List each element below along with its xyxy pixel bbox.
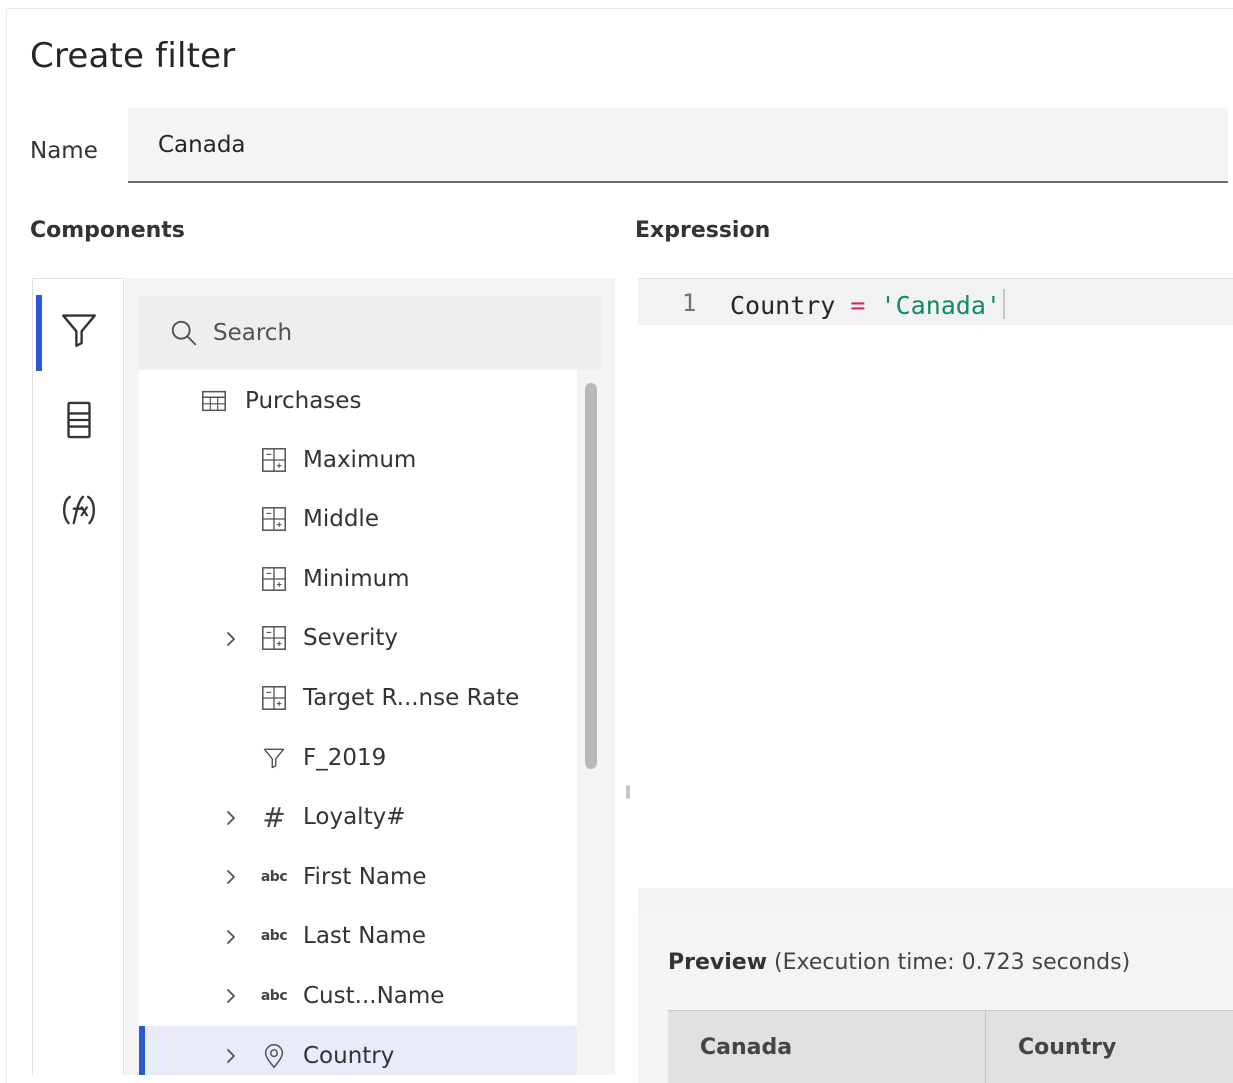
tree-item-label: Minimum <box>303 565 410 592</box>
tree-scrollbar-thumb[interactable] <box>585 383 597 769</box>
preview-panel: Preview (Execution time: 0.723 seconds) … <box>638 912 1233 1083</box>
code-identifier: Country <box>730 291 836 320</box>
editor-divider <box>638 888 1233 912</box>
tree-item-label: Country <box>303 1042 395 1069</box>
tree-item-first-name[interactable]: abc First Name <box>139 847 577 906</box>
measure-icon <box>259 504 289 534</box>
preview-column-header[interactable]: Country <box>986 1011 1233 1083</box>
chevron-right-icon[interactable] <box>221 808 241 828</box>
preview-table: Canada Country <box>668 1010 1233 1083</box>
tree-item-last-name[interactable]: abc Last Name <box>139 907 577 966</box>
expression-label: Expression <box>635 218 771 243</box>
tree-item-label: Loyalty# <box>303 804 406 831</box>
tree-item-target-r-nse-rate[interactable]: Target R...nse Rate <box>139 668 577 727</box>
text-icon: abc <box>259 862 289 892</box>
text-icon: abc <box>259 921 289 951</box>
measure-icon <box>259 564 289 594</box>
measure-icon <box>259 683 289 713</box>
pane-splitter-handle[interactable] <box>626 785 630 799</box>
tree-item-label: F_2019 <box>303 744 387 771</box>
chevron-right-icon[interactable] <box>221 867 241 887</box>
number-icon-glyph: # <box>262 800 286 834</box>
preview-column-header[interactable]: Canada <box>668 1011 986 1083</box>
text-icon-glyph: abc <box>260 987 288 1004</box>
search-icon <box>171 320 197 346</box>
text-icon-glyph: abc <box>260 928 288 945</box>
tree-item-label: Middle <box>303 506 379 533</box>
line-number: 1 <box>682 289 697 317</box>
text-caret <box>1002 289 1005 319</box>
rail-filters-button[interactable] <box>33 289 124 371</box>
preview-title: Preview (Execution time: 0.723 seconds) <box>668 950 1130 975</box>
tree-item-purchases[interactable]: Purchases <box>139 371 577 430</box>
components-pane: Purchases Maximum Middle Minimum Severity Ta… <box>125 278 615 1075</box>
rail-data-button[interactable] <box>33 379 124 461</box>
tree-item-label: Purchases <box>245 387 362 414</box>
expression-editor[interactable]: 1 Country = 'Canada' <box>638 278 1233 888</box>
rail-functions-button[interactable] <box>33 469 124 551</box>
tree-item-f-2019[interactable]: F_2019 <box>139 728 577 787</box>
tree-item-label: Cust...Name <box>303 982 445 1009</box>
location-icon <box>259 1041 289 1071</box>
chevron-right-icon[interactable] <box>221 1046 241 1066</box>
filter-icon <box>259 743 289 773</box>
expression-code: Country = 'Canada' <box>730 289 1005 320</box>
name-label: Name <box>30 138 98 164</box>
components-label: Components <box>30 218 185 243</box>
tree-item-label: Maximum <box>303 446 417 473</box>
tree-item-middle[interactable]: Middle <box>139 490 577 549</box>
name-input[interactable] <box>128 108 1228 183</box>
table-icon <box>199 386 229 416</box>
number-icon: # <box>259 800 289 834</box>
tree-item-minimum[interactable]: Minimum <box>139 549 577 608</box>
tree-item-label: First Name <box>303 863 427 890</box>
measure-icon <box>259 623 289 653</box>
tree-item-label: Severity <box>303 625 398 652</box>
components-tree: Purchases Maximum Middle Minimum Severity Ta… <box>139 370 577 1075</box>
search-box <box>139 296 601 370</box>
filter-icon <box>61 314 96 347</box>
execution-time: (Execution time: 0.723 seconds) <box>774 950 1131 975</box>
tree-item-label: Target R...nse Rate <box>303 684 520 711</box>
chevron-right-icon[interactable] <box>221 629 241 649</box>
chevron-right-icon[interactable] <box>221 927 241 947</box>
code-operator: = <box>850 291 866 320</box>
tree-item-country[interactable]: Country <box>139 1026 577 1075</box>
tree-item-severity[interactable]: Severity <box>139 609 577 668</box>
code-string: 'Canada' <box>880 291 1001 320</box>
text-icon: abc <box>259 981 289 1011</box>
dialog-title: Create filter <box>30 36 236 76</box>
chevron-right-icon[interactable] <box>221 986 241 1006</box>
tree-item-cust-name[interactable]: abc Cust...Name <box>139 966 577 1025</box>
components-rail <box>32 278 124 1075</box>
tree-item-loyalty[interactable]: # Loyalty# <box>139 788 577 847</box>
text-icon-glyph: abc <box>260 868 288 885</box>
preview-label: Preview <box>668 950 768 975</box>
search-input[interactable] <box>213 320 593 346</box>
function-icon <box>62 495 95 525</box>
tree-item-label: Last Name <box>303 923 427 950</box>
data-table-icon <box>66 401 91 439</box>
measure-icon <box>259 445 289 475</box>
tree-item-maximum[interactable]: Maximum <box>139 430 577 489</box>
